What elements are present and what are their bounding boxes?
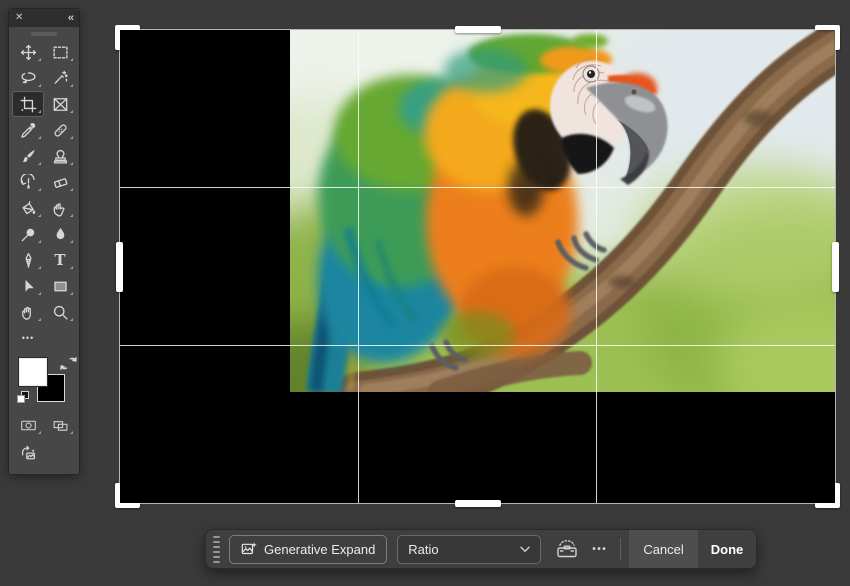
contextual-task-bar: Generative Expand Ratio ••• Cancel Done (205, 529, 757, 569)
crop-handle-top-left[interactable] (115, 25, 140, 50)
tool-paint-bucket[interactable] (12, 195, 44, 221)
tool-dodge[interactable] (12, 221, 44, 247)
healing-brush-icon (52, 122, 69, 139)
parrot-photo (290, 30, 835, 392)
tools-panel: ✕ « (8, 8, 80, 475)
color-swatches (9, 354, 79, 410)
done-button[interactable]: Done (698, 542, 757, 557)
smudge-finger-icon (52, 200, 69, 217)
crop-grid-line-vertical-2 (596, 30, 597, 503)
screen-mode-icon (52, 417, 69, 434)
crop-handle-top[interactable] (455, 26, 501, 33)
generative-expand-label: Generative Expand (264, 542, 375, 557)
tool-brush[interactable] (12, 143, 44, 169)
tool-magic-wand[interactable] (44, 65, 76, 91)
crop-grid-line-horizontal-1 (120, 187, 835, 188)
tool-spot-healing[interactable] (44, 117, 76, 143)
generative-expand-icon (241, 541, 257, 557)
tool-crop[interactable] (12, 91, 44, 117)
tool-history-brush[interactable] (12, 169, 44, 195)
move-icon (20, 44, 37, 61)
ratio-dropdown[interactable]: Ratio (397, 535, 541, 564)
history-brush-icon (20, 174, 37, 191)
tool-zoom[interactable] (44, 299, 76, 325)
tool-eraser[interactable] (44, 169, 76, 195)
quick-mask-button[interactable] (12, 412, 44, 438)
task-bar-divider (620, 538, 621, 560)
tools-grid: T ••• (9, 39, 79, 351)
crop-box[interactable] (120, 30, 835, 503)
marquee-icon (52, 44, 69, 61)
ratio-dropdown-label: Ratio (408, 542, 438, 557)
tool-frame[interactable] (44, 91, 76, 117)
eraser-icon (52, 174, 69, 191)
tool-eyedropper[interactable] (12, 117, 44, 143)
tool-clone-stamp[interactable] (44, 143, 76, 169)
frame-icon (52, 96, 69, 113)
tool-rectangle-shape[interactable] (44, 273, 76, 299)
share-image-row (9, 440, 79, 466)
panel-grip[interactable] (31, 32, 57, 36)
tools-panel-header: ✕ « (9, 9, 79, 27)
crop-grid-line-vertical-1 (358, 30, 359, 503)
crop-handle-bottom-left[interactable] (115, 483, 140, 508)
foreground-color-swatch[interactable] (19, 358, 47, 386)
selection-arrow-icon (20, 278, 37, 295)
brush-icon (20, 148, 37, 165)
default-colors-icon[interactable] (16, 390, 30, 404)
paint-bucket-icon (20, 200, 37, 217)
hand-icon (20, 304, 37, 321)
clone-stamp-icon (52, 148, 69, 165)
zoom-magnifier-icon (52, 304, 69, 321)
eyedropper-icon (20, 122, 37, 139)
close-panel-icon[interactable]: ✕ (15, 13, 23, 23)
cancel-button[interactable]: Cancel (629, 530, 697, 568)
type-tool-icon: T (54, 253, 65, 268)
mode-buttons (9, 412, 79, 438)
pen-icon (20, 252, 37, 269)
tool-lasso[interactable] (12, 65, 44, 91)
crop-handle-top-right[interactable] (815, 25, 840, 50)
quick-mask-icon (20, 417, 37, 434)
swap-colors-icon[interactable] (60, 355, 77, 372)
tools-grid-spacer (44, 325, 76, 351)
tool-rectangular-marquee[interactable] (44, 39, 76, 65)
screen-mode-button[interactable] (44, 412, 76, 438)
collapse-panel-icon[interactable]: « (68, 13, 73, 24)
crop-grid-line-horizontal-2 (120, 345, 835, 346)
chevron-down-icon (520, 546, 530, 553)
task-bar-drag-handle[interactable] (213, 536, 220, 563)
lasso-icon (20, 70, 37, 87)
crop-handle-bottom-right[interactable] (815, 483, 840, 508)
crop-handle-left[interactable] (116, 242, 123, 292)
rectangle-shape-icon (52, 278, 69, 295)
straighten-button[interactable] (555, 540, 579, 559)
crop-icon (20, 96, 37, 113)
more-options-button[interactable]: ••• (592, 544, 607, 555)
crop-handle-bottom[interactable] (455, 500, 501, 507)
more-tools-icon: ••• (22, 334, 34, 343)
dodge-icon (20, 226, 37, 243)
tool-smudge[interactable] (44, 195, 76, 221)
rotate-image-icon[interactable] (20, 445, 37, 462)
tool-edit-toolbar[interactable]: ••• (12, 325, 44, 351)
tool-type[interactable]: T (44, 247, 76, 273)
magic-wand-icon (52, 70, 69, 87)
tool-path-selection[interactable] (12, 273, 44, 299)
generative-expand-button[interactable]: Generative Expand (229, 535, 387, 564)
blur-drop-icon (52, 226, 69, 243)
tool-blur[interactable] (44, 221, 76, 247)
straighten-camera-icon (555, 540, 579, 559)
tool-pen[interactable] (12, 247, 44, 273)
tool-move[interactable] (12, 39, 44, 65)
crop-handle-right[interactable] (832, 242, 839, 292)
tool-hand[interactable] (12, 299, 44, 325)
